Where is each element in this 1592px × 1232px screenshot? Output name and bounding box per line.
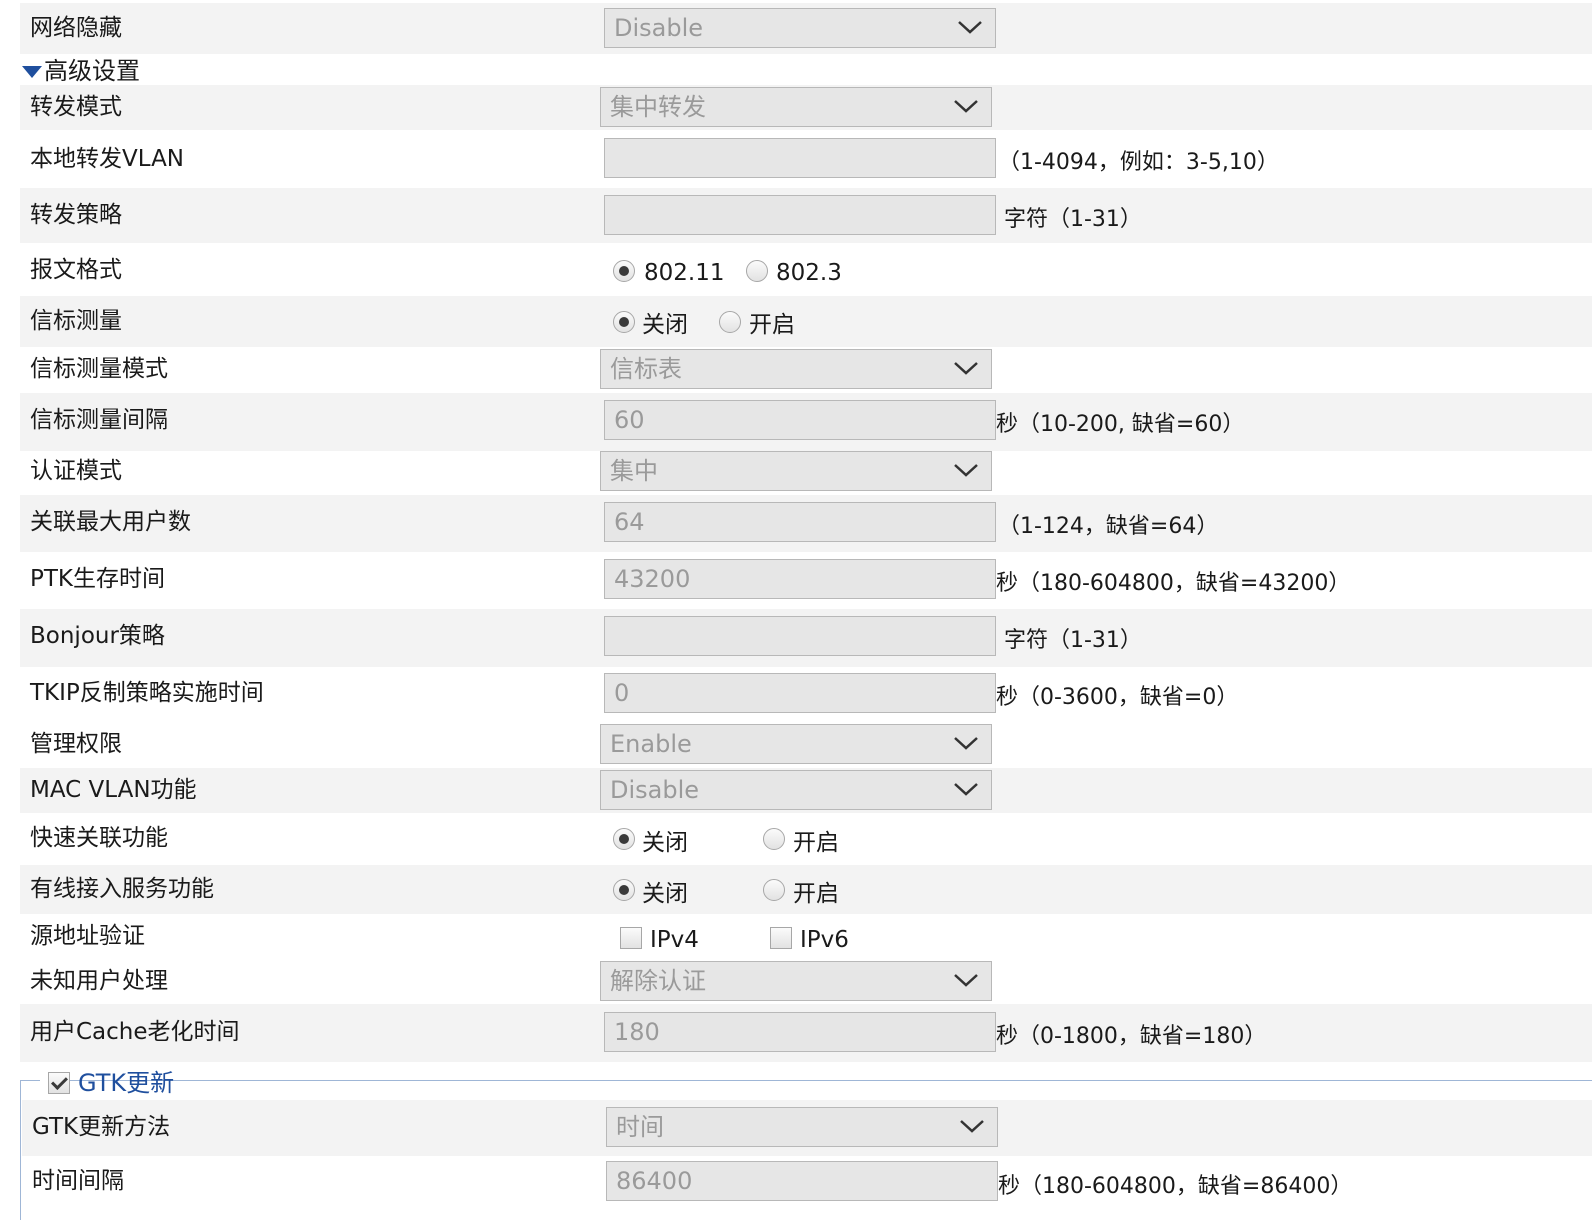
tkip-countermeasure-input[interactable]: 0	[604, 673, 996, 713]
chevron-down-icon	[954, 737, 978, 750]
label-forward-mode: 转发模式	[30, 94, 122, 120]
label-frame-format: 报文格式	[30, 257, 122, 283]
label-beacon-measure-interval: 信标测量间隔	[30, 407, 168, 433]
label-wired-access: 有线接入服务功能	[30, 876, 214, 902]
max-users-input[interactable]: 64	[604, 502, 996, 542]
label-gtk-method: GTK更新方法	[32, 1114, 171, 1140]
beacon-measure-option-off: 关闭	[642, 312, 688, 338]
max-users-hint: （1-124，缺省=64）	[998, 514, 1219, 539]
forward-policy-input[interactable]	[604, 195, 996, 235]
select-value: 集中转发	[610, 93, 706, 121]
frame-format-option-8023: 802.3	[776, 260, 842, 286]
fast-association-radio-off[interactable]	[613, 828, 635, 850]
wired-access-radio-on[interactable]	[763, 879, 785, 901]
label-tkip-countermeasure: TKIP反制策略实施时间	[30, 680, 264, 706]
beacon-measure-option-on: 开启	[749, 312, 795, 338]
label-beacon-measure: 信标测量	[30, 308, 122, 334]
label-mac-vlan: MAC VLAN功能	[30, 777, 197, 803]
gtk-method-select[interactable]: 时间	[606, 1107, 998, 1147]
label-user-cache-aging: 用户Cache老化时间	[30, 1019, 240, 1045]
label-gtk-interval: 时间间隔	[32, 1168, 124, 1194]
beacon-measure-mode-select[interactable]: 信标表	[600, 349, 992, 389]
label-beacon-measure-mode: 信标测量模式	[30, 356, 168, 382]
beacon-measure-radio-on[interactable]	[719, 311, 741, 333]
gtk-legend[interactable]: GTK更新	[40, 1067, 174, 1099]
label-max-users: 关联最大用户数	[30, 509, 191, 535]
chevron-down-icon	[954, 464, 978, 477]
source-verify-ipv4-label: IPv4	[650, 927, 699, 953]
fast-association-option-off: 关闭	[642, 830, 688, 856]
mac-vlan-select[interactable]: Disable	[600, 770, 992, 810]
wired-access-option-on: 开启	[793, 881, 839, 907]
frame-format-radio-8023[interactable]	[746, 260, 768, 282]
wired-access-option-off: 关闭	[642, 881, 688, 907]
tkip-countermeasure-hint: 秒（0-3600，缺省=0）	[996, 685, 1239, 710]
select-value: 信标表	[610, 355, 682, 383]
local-forward-vlan-input[interactable]	[604, 138, 996, 178]
triangle-down-icon	[22, 66, 42, 78]
select-value: 时间	[616, 1113, 664, 1141]
label-ptk-lifetime: PTK生存时间	[30, 566, 166, 592]
chevron-down-icon	[958, 21, 982, 34]
source-verify-ipv6-checkbox[interactable]	[770, 927, 792, 949]
beacon-measure-radio-off[interactable]	[613, 311, 635, 333]
frame-format-option-80211: 802.11	[644, 260, 725, 286]
advanced-settings-label: 高级设置	[44, 57, 140, 85]
unknown-user-handling-select[interactable]: 解除认证	[600, 961, 992, 1001]
user-cache-aging-input[interactable]: 180	[604, 1012, 996, 1052]
frame-format-radio-80211[interactable]	[613, 260, 635, 282]
chevron-down-icon	[954, 362, 978, 375]
label-fast-association: 快速关联功能	[30, 825, 168, 851]
row-bg	[20, 296, 1592, 347]
label-bonjour-policy: Bonjour策略	[30, 623, 165, 649]
fast-association-radio-on[interactable]	[763, 828, 785, 850]
source-verify-ipv4-checkbox[interactable]	[620, 927, 642, 949]
label-local-forward-vlan: 本地转发VLAN	[30, 146, 185, 172]
label-management-privilege: 管理权限	[30, 731, 122, 757]
beacon-measure-interval-hint: 秒（10-200, 缺省=60）	[996, 412, 1245, 437]
chevron-down-icon	[954, 783, 978, 796]
gtk-interval-hint: 秒（180-604800，缺省=86400）	[998, 1174, 1353, 1199]
fast-association-option-on: 开启	[793, 830, 839, 856]
user-cache-aging-hint: 秒（0-1800，缺省=180）	[996, 1024, 1267, 1049]
source-verify-ipv6-label: IPv6	[800, 927, 849, 953]
bonjour-policy-input[interactable]	[604, 616, 996, 656]
advanced-settings-toggle[interactable]: 高级设置	[22, 56, 140, 86]
local-forward-vlan-hint: （1-4094，例如：3-5,10）	[998, 150, 1279, 175]
label-auth-mode: 认证模式	[30, 458, 122, 484]
ptk-lifetime-hint: 秒（180-604800，缺省=43200）	[996, 571, 1351, 596]
label-hidden-network: 网络隐藏	[30, 15, 122, 41]
chevron-down-icon	[954, 100, 978, 113]
select-value: 解除认证	[610, 967, 706, 995]
select-value: 集中	[610, 457, 658, 485]
forward-policy-hint: 字符（1-31）	[1004, 207, 1142, 232]
forward-mode-select[interactable]: 集中转发	[600, 87, 992, 127]
label-source-address-verify: 源地址验证	[30, 923, 145, 949]
chevron-down-icon	[954, 974, 978, 987]
gtk-interval-input[interactable]: 86400	[606, 1161, 998, 1201]
beacon-measure-interval-input[interactable]: 60	[604, 400, 996, 440]
gtk-update-checkbox[interactable]	[48, 1072, 70, 1094]
management-privilege-select[interactable]: Enable	[600, 724, 992, 764]
chevron-down-icon	[960, 1120, 984, 1133]
label-unknown-user-handling: 未知用户处理	[30, 968, 168, 994]
select-value: Disable	[614, 14, 704, 42]
select-value: Enable	[610, 730, 692, 758]
hidden-network-select[interactable]: Disable	[604, 8, 996, 48]
gtk-legend-label: GTK更新	[78, 1069, 175, 1097]
bonjour-policy-hint: 字符（1-31）	[1004, 628, 1142, 653]
auth-mode-select[interactable]: 集中	[600, 451, 992, 491]
ptk-lifetime-input[interactable]: 43200	[604, 559, 996, 599]
wired-access-radio-off[interactable]	[613, 879, 635, 901]
select-value: Disable	[610, 776, 700, 804]
label-forward-policy: 转发策略	[30, 202, 122, 228]
